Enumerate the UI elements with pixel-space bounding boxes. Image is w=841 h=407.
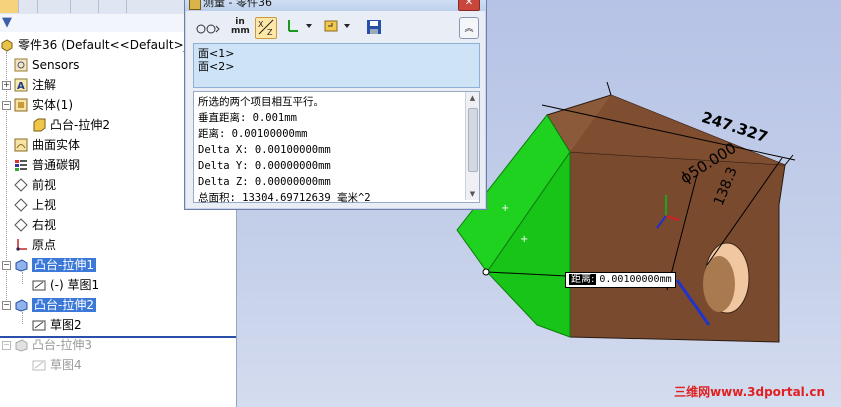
result-line: 距离: 0.00100000mm <box>198 128 308 140</box>
tree-item-material[interactable]: 普通碳钢 <box>14 156 80 174</box>
tree-root-part[interactable]: 零件36 (Default<<Default>_P <box>0 36 197 54</box>
arc-measure-icon <box>196 24 220 34</box>
scroll-thumb[interactable] <box>468 108 478 172</box>
plane-icon <box>14 177 28 192</box>
plane-icon <box>14 217 28 232</box>
save-icon <box>367 20 381 34</box>
result-line: Delta Y: 0.00000000mm <box>198 160 331 172</box>
extrude-icon <box>14 298 28 312</box>
tree-item-surface-bodies[interactable]: 曲面实体 <box>14 136 80 154</box>
callout-key: 距离: <box>569 274 597 285</box>
tree-item-boss-extrude2[interactable]: 凸台-拉伸2 <box>14 296 96 314</box>
xyz-icon: XZ <box>258 19 274 37</box>
tree-item-solid-bodies[interactable]: 实体(1) <box>14 96 73 114</box>
annotation-icon: A <box>14 78 28 92</box>
part-icon <box>0 38 14 52</box>
scroll-up-arrow[interactable]: ▲ <box>466 92 479 104</box>
expand-annotations[interactable]: + <box>2 81 11 90</box>
solid-bodies-icon <box>14 98 28 112</box>
measure-results: 所选的两个项目相互平行。 垂直距离: 0.001mm 距离: 0.0010000… <box>193 91 480 204</box>
tree-item-boss-extrude3[interactable]: 凸台-拉伸3 <box>14 336 92 354</box>
measure-toolbar: in mm XZ ︽ <box>191 15 480 41</box>
tree-item-sensors[interactable]: Sensors <box>14 56 79 74</box>
surface-bodies-icon <box>14 138 28 152</box>
measure-app-icon <box>189 0 201 10</box>
origin-icon <box>14 238 28 252</box>
svg-text:Z: Z <box>267 28 273 36</box>
selection-item[interactable]: 面<1> <box>198 47 234 60</box>
collapse-boss-extrude2[interactable]: − <box>2 301 11 310</box>
projection-button[interactable] <box>321 17 353 37</box>
svg-text:A: A <box>17 81 25 92</box>
result-line: Delta X: 0.00100000mm <box>198 144 331 156</box>
extrude-icon <box>14 258 28 272</box>
coordinate-system-button[interactable] <box>283 17 315 37</box>
result-line: 总面积: 13304.69712639 毫米^2 <box>198 192 371 204</box>
material-icon <box>14 158 28 172</box>
tree-item-sketch1[interactable]: (-) 草图1 <box>32 276 99 294</box>
tree-item-right-plane[interactable]: 右视 <box>14 216 56 234</box>
plane-icon <box>14 197 28 212</box>
appearance-tab[interactable] <box>108 0 127 13</box>
arc-circle-options-button[interactable] <box>193 17 223 37</box>
double-chevron-up-icon: ︽ <box>464 24 474 34</box>
property-tab[interactable] <box>19 0 38 13</box>
feature-tab[interactable] <box>0 0 19 13</box>
scroll-down-arrow[interactable]: ▼ <box>466 188 479 200</box>
tree-connector <box>6 52 7 310</box>
sketch-icon <box>32 318 46 332</box>
distance-callout: 距离: 0.00100000mm <box>565 272 676 288</box>
watermark: 三维网www.3dportal.cn <box>674 385 825 399</box>
tree-item-top-plane[interactable]: 上视 <box>14 196 56 214</box>
selection-list[interactable]: 面<1> 面<2> <box>193 43 480 88</box>
result-line: 所选的两个项目相互平行。 <box>198 96 324 108</box>
tree-item-sketch2[interactable]: 草图2 <box>32 316 82 334</box>
tree-item-sketch4[interactable]: 草图4 <box>32 356 82 374</box>
sensor-icon <box>14 58 28 72</box>
collapse-dialog-button[interactable]: ︽ <box>459 17 479 39</box>
measure-titlebar[interactable]: 测量 - 零件36 ✕ <box>185 0 486 11</box>
sketch-icon <box>32 358 46 372</box>
extrude-icon <box>14 338 28 352</box>
save-button[interactable] <box>365 17 383 37</box>
box-right-face <box>569 151 786 343</box>
body-icon <box>32 118 46 132</box>
close-button[interactable]: ✕ <box>458 0 480 11</box>
result-line: 垂直距离: 0.001mm <box>198 112 297 124</box>
units-precision-button[interactable]: in mm <box>231 17 250 38</box>
callout-value: 0.00100000mm <box>599 274 672 285</box>
filter-icon[interactable]: ▼ <box>2 15 12 30</box>
tree-item-front-plane[interactable]: 前视 <box>14 176 56 194</box>
measure-dialog: 测量 - 零件36 ✕ in mm XZ ︽ 面<1> 面<2> 所选的两个项目… <box>184 0 487 210</box>
tree-item-body-boss-extrude2[interactable]: 凸台-拉伸2 <box>32 116 110 134</box>
tree-item-annotations[interactable]: A 注解 <box>14 76 56 94</box>
collapse-boss-extrude1[interactable]: − <box>2 261 11 270</box>
results-scrollbar[interactable]: ▲ ▼ <box>465 92 479 200</box>
tree-item-boss-extrude1[interactable]: 凸台-拉伸1 <box>14 256 96 274</box>
dimxpert-tab[interactable] <box>80 0 99 13</box>
units-bottom: mm <box>231 26 250 36</box>
show-xyz-button[interactable]: XZ <box>255 17 277 39</box>
dim-ext-2 <box>784 154 794 166</box>
face-marker: + <box>501 203 509 214</box>
svg-text:X: X <box>258 20 264 29</box>
coordinate-system-icon <box>288 20 312 32</box>
projection-icon <box>324 20 350 32</box>
selection-item[interactable]: 面<2> <box>198 60 234 73</box>
measure-title: 测量 - 零件36 <box>203 0 272 9</box>
result-line: Delta Z: 0.00000000mm <box>198 176 331 188</box>
dim-ext-1 <box>606 81 612 96</box>
expand-boss-extrude3[interactable]: − <box>2 341 11 350</box>
tree-item-origin[interactable]: 原点 <box>14 236 56 254</box>
measure-point <box>482 268 490 276</box>
sketch-icon <box>32 278 46 292</box>
face-marker: + <box>520 234 528 245</box>
configuration-tab[interactable] <box>52 0 71 13</box>
collapse-solid-bodies[interactable]: − <box>2 101 11 110</box>
